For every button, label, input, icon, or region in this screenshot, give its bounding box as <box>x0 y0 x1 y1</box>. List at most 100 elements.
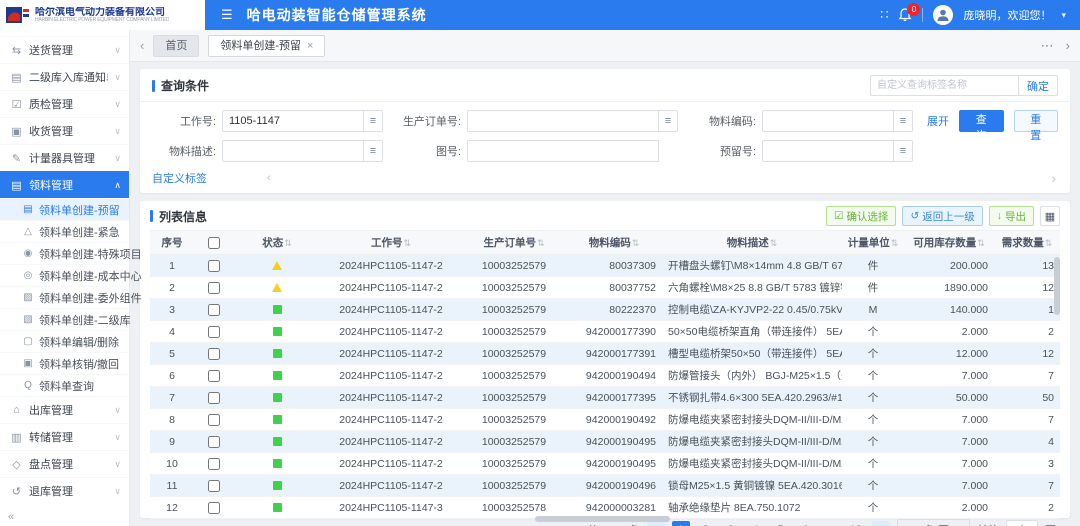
row-checkbox[interactable] <box>208 326 220 338</box>
row-checkbox[interactable] <box>208 458 220 470</box>
column-settings-button[interactable]: ▦ <box>1040 206 1060 226</box>
sidebar-menu-item[interactable]: ⌂ 出库管理 ∨ <box>0 396 129 423</box>
table-row[interactable]: 11 2024HPC1105-1147-2 10003252579 942000… <box>150 475 1060 497</box>
sidebar-menu-item-material-request[interactable]: ▤ 领料管理 ∧ <box>0 171 129 198</box>
sidebar-sub-item[interactable]: ▧ 领料单创建-二级库 <box>0 308 129 330</box>
field-input[interactable] <box>222 140 364 162</box>
row-checkbox[interactable] <box>208 370 220 382</box>
menu-collapse-icon[interactable]: ☰ <box>221 7 233 23</box>
fullscreen-icon[interactable]: ∷ <box>880 7 888 23</box>
horizontal-scrollbar[interactable] <box>535 516 670 522</box>
notification-bell[interactable]: 0 <box>898 8 912 22</box>
sidebar-sub-item[interactable]: ▣ 领料单核销/撤回 <box>0 352 129 374</box>
sidebar-menu-item[interactable]: ◇ 盘点管理 ∨ <box>0 450 129 477</box>
table-row[interactable]: 5 2024HPC1105-1147-2 10003252579 9420001… <box>150 343 1060 365</box>
page-number[interactable]: 6 <box>797 521 815 526</box>
select-all-checkbox[interactable] <box>208 237 220 249</box>
page-number[interactable]: 12 <box>847 521 865 526</box>
table-row[interactable]: 6 2024HPC1105-1147-2 10003252579 9420001… <box>150 365 1060 387</box>
page-number[interactable]: 5 <box>772 521 790 526</box>
row-checkbox[interactable] <box>208 480 220 492</box>
row-checkbox[interactable] <box>208 260 220 272</box>
expand-link[interactable]: 展开 <box>927 113 949 129</box>
sidebar-collapse-icon[interactable]: « <box>8 511 14 523</box>
search-button[interactable]: 查询 <box>959 110 1004 132</box>
filter-icon[interactable]: ≡ <box>658 110 678 132</box>
sidebar-menu-item[interactable]: ✎ 计量器具管理 ∨ <box>0 144 129 171</box>
col-material-desc[interactable]: 物料描述⇅ <box>662 231 842 255</box>
row-checkbox[interactable] <box>208 436 220 448</box>
confirm-button[interactable]: 确定 <box>1018 75 1058 96</box>
goto-page-input[interactable] <box>1006 520 1038 526</box>
tab-active[interactable]: 领料单创建-预留 × <box>208 35 325 57</box>
chevron-right-icon[interactable]: › <box>1052 171 1056 186</box>
sidebar-menu-item[interactable]: ☑ 质检管理 ∨ <box>0 90 129 117</box>
page-number[interactable]: 1 <box>672 521 690 526</box>
field-input[interactable] <box>467 110 659 132</box>
page-number[interactable]: 4 <box>747 521 765 526</box>
col-work-no[interactable]: 工作号⇅ <box>320 231 462 255</box>
tab-more-icon[interactable]: ⋯ <box>1041 38 1054 54</box>
tab-scroll-left-icon[interactable]: ‹ <box>140 38 144 53</box>
next-page-button[interactable]: › <box>872 521 890 526</box>
confirm-select-button[interactable]: ☑ 确认选择 <box>826 206 896 226</box>
sidebar-menu-item[interactable]: ▤ 二级库入库通知单 ∨ <box>0 63 129 90</box>
custom-tag-link[interactable]: 自定义标签 <box>152 170 207 186</box>
menu-item-icon: ⇆ <box>10 44 23 57</box>
table-row[interactable]: 7 2024HPC1105-1147-2 10003252579 9420001… <box>150 387 1060 409</box>
sidebar-sub-item[interactable]: ◎ 领料单创建-成本中心 <box>0 264 129 286</box>
filter-icon[interactable]: ≡ <box>363 140 383 162</box>
avatar[interactable] <box>933 5 953 25</box>
sidebar-sub-item[interactable]: ▢ 领料单编辑/删除 <box>0 330 129 352</box>
field-input[interactable] <box>467 140 659 162</box>
reset-button[interactable]: 重置 <box>1014 110 1059 132</box>
page-number[interactable]: 3 <box>722 521 740 526</box>
back-button[interactable]: ↺ 返回上一级 <box>902 206 982 226</box>
field-input[interactable] <box>222 110 364 132</box>
row-checkbox[interactable] <box>208 304 220 316</box>
user-menu-caret-icon[interactable]: ▾ <box>1061 10 1066 21</box>
col-unit[interactable]: 计量单位⇅ <box>842 231 904 255</box>
sidebar-menu-item[interactable]: ↺ 退库管理 ∨ <box>0 477 129 504</box>
sidebar-sub-item[interactable]: Q 领料单查询 <box>0 374 129 396</box>
page-size-select[interactable]: 200条/页 ▾ <box>897 519 970 526</box>
sidebar-sub-item[interactable]: ◉ 领料单创建-特殊项目 <box>0 242 129 264</box>
col-stock[interactable]: 可用库存数量⇅ <box>904 231 994 255</box>
row-checkbox[interactable] <box>208 392 220 404</box>
page-number[interactable]: 2 <box>697 521 715 526</box>
sidebar-menu-item[interactable]: ⇆ 送货管理 ∨ <box>0 36 129 63</box>
filter-icon[interactable]: ≡ <box>893 110 913 132</box>
col-material-code[interactable]: 物料编码⇅ <box>566 231 662 255</box>
chevron-left-icon[interactable]: ‹ <box>267 172 271 184</box>
table-row[interactable]: 8 2024HPC1105-1147-2 10003252579 9420001… <box>150 409 1060 431</box>
table-row[interactable]: 10 2024HPC1105-1147-2 10003252579 942000… <box>150 453 1060 475</box>
sidebar-sub-item[interactable]: △ 领料单创建-紧急 <box>0 220 129 242</box>
close-icon[interactable]: × <box>307 36 313 56</box>
tab-scroll-right-icon[interactable]: › <box>1066 38 1070 54</box>
page-number[interactable]: … <box>822 521 840 526</box>
table-row[interactable]: 3 2024HPC1105-1147-2 10003252579 8022237… <box>150 299 1060 321</box>
field-input[interactable] <box>762 110 894 132</box>
col-status[interactable]: 状态⇅ <box>234 231 320 255</box>
table-row[interactable]: 2 2024HPC1105-1147-2 10003252579 8003775… <box>150 277 1060 299</box>
table-row[interactable]: 1 2024HPC1105-1147-2 10003252579 8003730… <box>150 255 1060 277</box>
sidebar-sub-item[interactable]: ▨ 领料单创建-委外组件 <box>0 286 129 308</box>
sidebar-menu-item[interactable]: ▣ 收货管理 ∨ <box>0 117 129 144</box>
col-demand[interactable]: 需求数量⇅ <box>994 231 1060 255</box>
row-checkbox[interactable] <box>208 348 220 360</box>
table-row[interactable]: 4 2024HPC1105-1147-2 10003252579 9420001… <box>150 321 1060 343</box>
row-checkbox[interactable] <box>208 414 220 426</box>
row-checkbox[interactable] <box>208 502 220 514</box>
sidebar-menu-item[interactable]: ▥ 转储管理 ∨ <box>0 423 129 450</box>
filter-icon[interactable]: ≡ <box>893 140 913 162</box>
table-row[interactable]: 9 2024HPC1105-1147-2 10003252579 9420001… <box>150 431 1060 453</box>
sidebar-sub-item[interactable]: ▤ 领料单创建-预留 <box>0 198 129 220</box>
vertical-scrollbar[interactable] <box>1054 257 1060 315</box>
tag-name-input[interactable] <box>870 75 1018 96</box>
filter-icon[interactable]: ≡ <box>363 110 383 132</box>
col-order-no[interactable]: 生产订单号⇅ <box>462 231 566 255</box>
field-input[interactable] <box>762 140 894 162</box>
export-button[interactable]: ↓ 导出 <box>989 206 1034 226</box>
row-checkbox[interactable] <box>208 282 220 294</box>
tab-home[interactable]: 首页 <box>153 35 199 57</box>
